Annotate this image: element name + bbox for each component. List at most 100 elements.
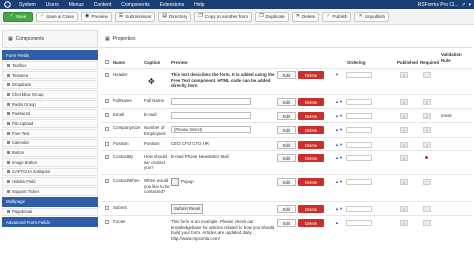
header-name[interactable]: Name <box>113 60 125 66</box>
required-check-icon[interactable]: ✓ <box>423 99 431 105</box>
ordering-input[interactable] <box>346 220 372 226</box>
sidebar-item-image-button[interactable]: Image Button <box>2 157 98 167</box>
ordering-input[interactable] <box>346 206 372 212</box>
ordering-input[interactable] <box>346 179 372 185</box>
tab-properties[interactable]: ▦ Properties <box>100 30 472 48</box>
joomla-logo-icon[interactable] <box>0 0 14 9</box>
save-close-button[interactable]: ✓ Save & Close <box>36 11 79 22</box>
required-check-icon[interactable]: ✓ <box>423 127 431 133</box>
edit-button[interactable]: Edit <box>277 154 296 162</box>
required-toggle[interactable] <box>423 220 431 226</box>
delete-button[interactable]: Delete <box>298 71 324 79</box>
required-check-icon[interactable]: ✓ <box>423 142 431 148</box>
sidebar-item-pagebreak[interactable]: Pagebreak <box>2 207 98 217</box>
edit-button[interactable]: Edit <box>277 126 296 134</box>
required-toggle[interactable] <box>423 206 431 212</box>
edit-button[interactable]: Edit <box>277 98 296 106</box>
edit-button[interactable]: Edit <box>277 219 296 227</box>
edit-button[interactable]: Edit <box>277 141 296 149</box>
sidebar-item-file-upload[interactable]: File Upload <box>2 119 98 128</box>
select-all-checkbox[interactable] <box>105 60 109 64</box>
sidebar-item-textarea[interactable]: Textarea <box>2 70 98 80</box>
delete-button[interactable]: Delete <box>298 126 324 134</box>
menu-users[interactable]: Users <box>41 2 64 8</box>
published-check-icon[interactable]: ✓ <box>400 179 408 185</box>
copy-button[interactable]: ❐ Copy to another form <box>194 11 253 22</box>
sidebar-item-captcha[interactable]: CAPTCHA Antispam <box>2 167 98 177</box>
row-checkbox[interactable] <box>105 155 109 159</box>
order-updown-icon[interactable]: ▲▼ <box>335 142 343 147</box>
edit-button[interactable]: Edit <box>277 205 296 213</box>
published-check-icon[interactable]: ✓ <box>400 72 408 78</box>
row-checkbox[interactable] <box>105 220 109 224</box>
published-check-icon[interactable]: ✓ <box>400 113 408 119</box>
ordering-input[interactable] <box>346 142 372 148</box>
row-checkbox[interactable] <box>105 99 109 103</box>
delete-button[interactable]: Delete <box>298 178 324 186</box>
external-link-icon[interactable]: ↗ <box>461 2 465 8</box>
sidebar-item-checkbox-group[interactable]: Checkbox Group <box>2 90 98 99</box>
order-updown-icon[interactable]: ▲▼ <box>335 206 343 211</box>
menu-system[interactable]: System <box>14 2 41 8</box>
published-check-icon[interactable]: ✓ <box>400 142 408 148</box>
order-updown-icon[interactable]: ▲▼ <box>335 113 343 118</box>
row-checkbox[interactable] <box>105 73 109 77</box>
row-checkbox[interactable] <box>105 179 109 183</box>
publish-button[interactable]: ✓ Publish <box>322 11 352 22</box>
header-published[interactable]: Published <box>397 60 418 66</box>
order-updown-icon[interactable]: ▲▼ <box>335 179 343 184</box>
edit-button[interactable]: Edit <box>277 71 296 79</box>
sidebar-item-radio-group[interactable]: Radio Group <box>2 99 98 109</box>
sidebar-item-calendar[interactable]: Calendar <box>2 138 98 148</box>
published-check-icon[interactable]: ✓ <box>400 99 408 105</box>
menu-components[interactable]: Components <box>116 2 154 8</box>
directory-button[interactable]: ▤ Directory <box>158 11 192 22</box>
tab-components[interactable]: ▦ Components <box>2 30 98 48</box>
duplicate-button[interactable]: ❐ Duplicate <box>255 11 289 22</box>
row-checkbox[interactable] <box>105 127 109 131</box>
submissions-button[interactable]: ☰ Submissions <box>114 11 156 22</box>
sidebar-item-dropdown[interactable]: Dropdown <box>2 80 98 90</box>
order-updown-icon[interactable]: ▲▼ <box>335 127 343 132</box>
sidebar-item-button[interactable]: Button <box>2 148 98 157</box>
sidebar-item-hidden-field[interactable]: Hidden Field <box>2 177 98 186</box>
header-ordering[interactable]: Ordering <box>347 60 366 66</box>
edit-button[interactable]: Edit <box>277 112 296 120</box>
published-check-icon[interactable]: ✓ <box>400 220 408 226</box>
delete-button[interactable]: Delete <box>298 219 324 227</box>
sidebar-section-form-fields[interactable]: Form Fields <box>2 50 98 60</box>
delete-button[interactable]: Delete <box>298 205 324 213</box>
ordering-input[interactable] <box>346 155 372 161</box>
order-up-icon[interactable]: ▲ <box>335 220 339 225</box>
sidebar-item-password[interactable]: Password <box>2 109 98 119</box>
preview-button[interactable]: ◉ Preview <box>81 11 112 22</box>
sidebar-item-textbox[interactable]: Textbox <box>2 61 98 70</box>
order-down-icon[interactable]: ▼ <box>335 72 339 77</box>
required-toggle[interactable] <box>423 179 431 185</box>
published-check-icon[interactable]: ✓ <box>400 127 408 133</box>
not-required-icon[interactable] <box>425 156 428 159</box>
menu-extensions[interactable]: Extensions <box>155 2 189 8</box>
menu-content[interactable]: Content <box>89 2 117 8</box>
ordering-input[interactable] <box>346 113 372 119</box>
delete-button[interactable]: Delete <box>298 112 324 120</box>
header-required[interactable]: Required <box>420 60 439 66</box>
sidebar-item-support-ticket[interactable]: Support Ticket <box>2 186 98 196</box>
delete-button[interactable]: Delete <box>298 154 324 162</box>
delete-button[interactable]: Delete <box>298 141 324 149</box>
row-checkbox[interactable] <box>105 206 109 210</box>
required-toggle[interactable] <box>423 72 431 78</box>
delete-button[interactable]: Delete <box>298 98 324 106</box>
menu-help[interactable]: Help <box>189 2 209 8</box>
save-button[interactable]: ✓ Save <box>3 11 33 22</box>
unpublish-button[interactable]: ✕ Unpublish <box>354 11 390 22</box>
menu-menus[interactable]: Menus <box>64 2 89 8</box>
row-checkbox[interactable] <box>105 142 109 146</box>
sidebar-section-advanced[interactable]: Advanced Form Fields <box>2 217 98 228</box>
edit-button[interactable]: Edit <box>277 178 296 186</box>
site-name[interactable]: RSForms Pro Cl... <box>418 2 459 8</box>
sidebar-section-multipage[interactable]: Multipage <box>2 196 98 207</box>
order-updown-icon[interactable]: ▲▼ <box>335 99 343 104</box>
row-checkbox[interactable] <box>105 113 109 117</box>
ordering-input[interactable] <box>346 72 372 78</box>
